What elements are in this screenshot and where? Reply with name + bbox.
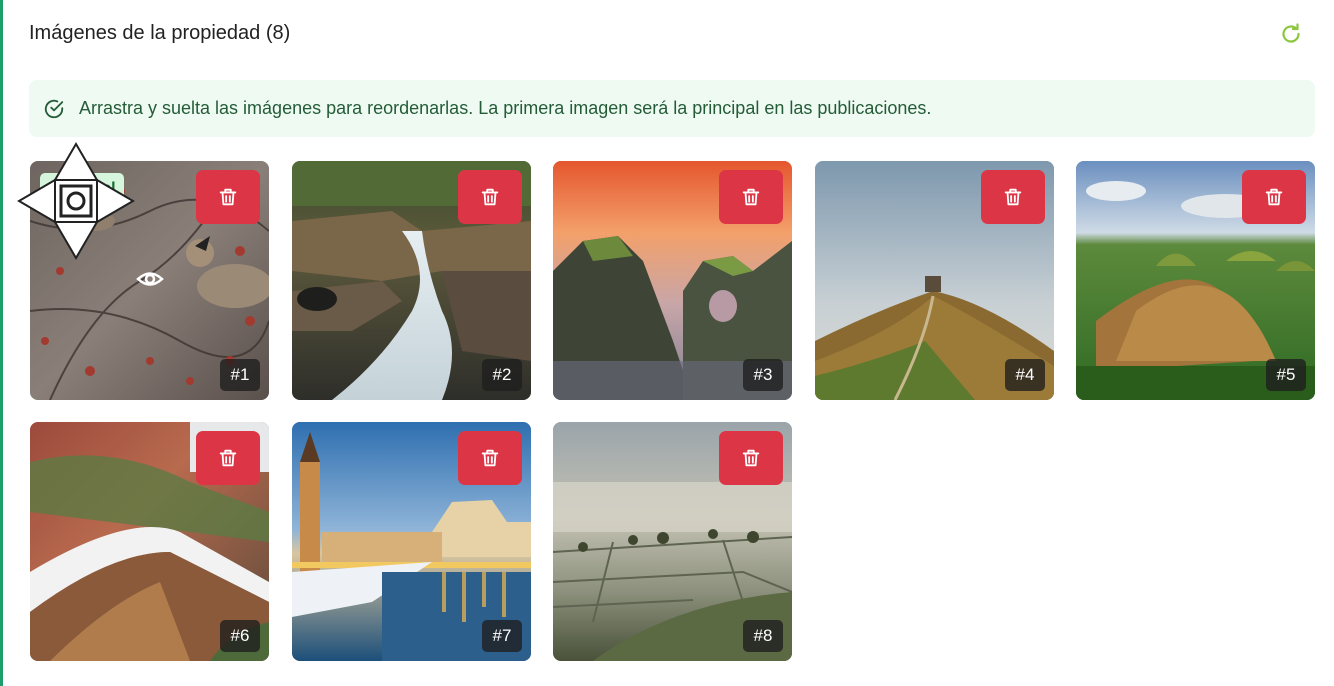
- reorder-info-banner: Arrastra y suelta las imágenes para reor…: [29, 80, 1315, 137]
- delete-image-button[interactable]: [719, 431, 783, 485]
- image-tile-2[interactable]: #2: [292, 161, 531, 400]
- page-title: Imágenes de la propiedad (8): [29, 22, 291, 44]
- delete-image-button[interactable]: [458, 170, 522, 224]
- reorder-info-text: Arrastra y suelta las imágenes para reor…: [79, 98, 932, 118]
- property-images-panel: Imágenes de la propiedad (8) Arrastra y …: [0, 0, 1334, 686]
- trash-icon: [481, 449, 499, 467]
- image-number-label: #7: [482, 620, 522, 652]
- image-tile-8[interactable]: #8: [553, 422, 792, 661]
- refresh-button[interactable]: [1278, 21, 1304, 47]
- image-tile-3[interactable]: #3: [553, 161, 792, 400]
- image-number-label: #4: [1005, 359, 1045, 391]
- image-number-label: #2: [482, 359, 522, 391]
- delete-image-button[interactable]: [981, 170, 1045, 224]
- delete-image-button[interactable]: [196, 170, 260, 224]
- image-number-label: #6: [220, 620, 260, 652]
- trash-icon: [742, 188, 760, 206]
- delete-image-button[interactable]: [1242, 170, 1306, 224]
- trash-icon: [1004, 188, 1022, 206]
- delete-image-button[interactable]: [458, 431, 522, 485]
- image-tile-6[interactable]: #6: [30, 422, 269, 661]
- refresh-icon: [1282, 23, 1300, 43]
- eye-icon[interactable]: [136, 268, 164, 290]
- trash-icon: [742, 449, 760, 467]
- image-number-label: #1: [220, 359, 260, 391]
- image-tile-1[interactable]: Principal #1: [30, 161, 269, 400]
- image-number-label: #3: [743, 359, 783, 391]
- panel-header: Imágenes de la propiedad (8): [29, 18, 1308, 48]
- image-tile-5[interactable]: #5: [1076, 161, 1315, 400]
- delete-image-button[interactable]: [196, 431, 260, 485]
- image-number-label: #5: [1266, 359, 1306, 391]
- image-tile-4[interactable]: #4: [815, 161, 1054, 400]
- delete-image-button[interactable]: [719, 170, 783, 224]
- check-circle-icon: [43, 98, 65, 120]
- trash-icon: [1265, 188, 1283, 206]
- trash-icon: [219, 449, 237, 467]
- image-number-label: #8: [743, 620, 783, 652]
- trash-icon: [481, 188, 499, 206]
- principal-badge: Principal: [40, 173, 124, 204]
- trash-icon: [219, 188, 237, 206]
- image-tile-7[interactable]: #7: [292, 422, 531, 661]
